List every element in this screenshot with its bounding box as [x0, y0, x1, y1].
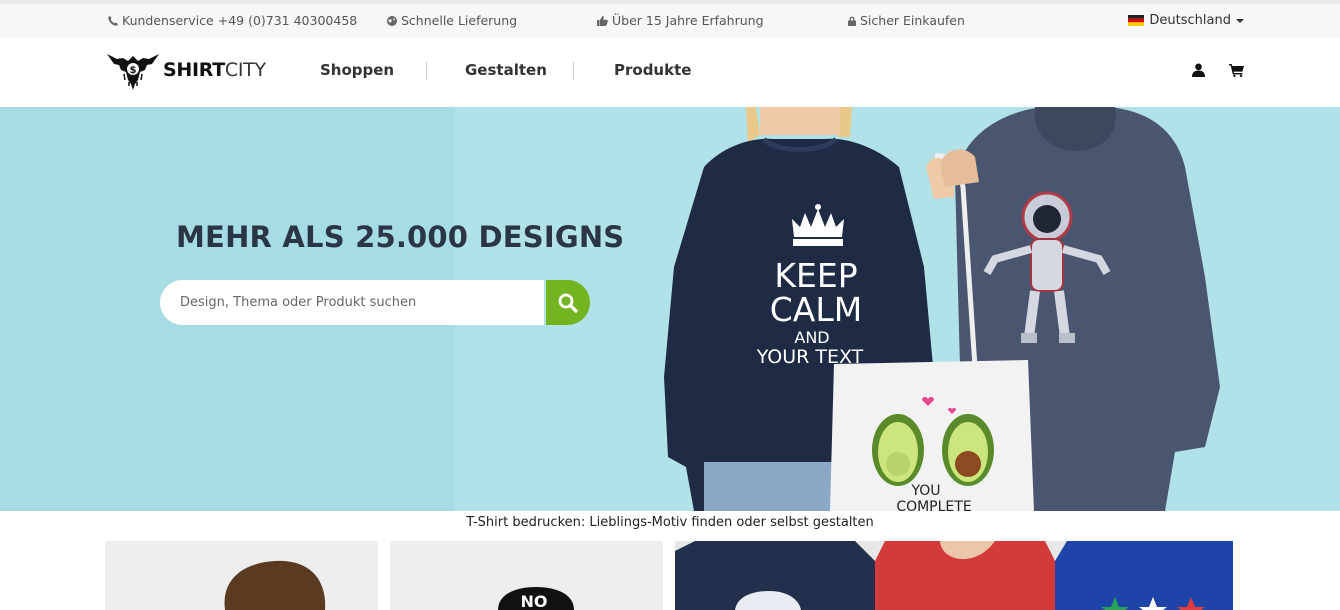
hero-search — [160, 280, 590, 325]
bag-text-2: COMPLETE — [896, 499, 971, 511]
category-tile-2[interactable]: NO — [390, 541, 663, 610]
secure-text: Sicher Einkaufen — [860, 13, 965, 28]
avocado-left — [872, 414, 924, 486]
top-info-bar: Kundenservice +49 (0)731 40300458 Schnel… — [0, 0, 1340, 37]
nav-divider — [426, 62, 427, 80]
man-portrait-image — [224, 560, 326, 610]
group-tshirts-image — [675, 541, 1233, 610]
flag-de-icon — [1128, 15, 1145, 26]
service-info[interactable]: Kundenservice +49 (0)731 40300458 — [108, 13, 357, 28]
secure-info: Sicher Einkaufen — [848, 13, 965, 28]
language-label: Deutschland — [1149, 13, 1231, 28]
experience-info: Über 15 Jahre Erfahrung — [597, 13, 764, 28]
delivery-info: Schnelle Lieferung — [387, 13, 517, 28]
user-icon[interactable] — [1192, 63, 1205, 77]
category-tile-3[interactable] — [675, 541, 1233, 610]
main-header: $ SHIRTCITY Shoppen Gestalten Produkte — [0, 37, 1340, 107]
search-button[interactable] — [546, 280, 590, 325]
site-logo[interactable]: $ SHIRTCITY — [107, 50, 266, 90]
tote-bag-image: YOU COMPLETE — [830, 360, 1034, 511]
sweater-text-2: CALM — [770, 290, 862, 329]
hero-title: MEHR ALS 25.000 DESIGNS — [176, 220, 625, 254]
nav-produkte[interactable]: Produkte — [614, 61, 691, 79]
nav-gestalten[interactable]: Gestalten — [465, 61, 547, 79]
thumbs-up-icon — [597, 15, 608, 26]
delivery-text: Schnelle Lieferung — [401, 13, 518, 28]
logo-text: SHIRTCITY — [163, 59, 266, 81]
chevron-down-icon — [1236, 18, 1244, 23]
bag-text-1: YOU — [910, 483, 940, 499]
sweater-text-3: AND — [794, 328, 829, 347]
phone-icon — [108, 15, 118, 26]
eagle-logo-icon: $ — [107, 54, 159, 90]
category-tile-1[interactable] — [105, 541, 378, 610]
search-icon — [558, 293, 578, 313]
nav-divider — [573, 62, 574, 80]
nav-shoppen[interactable]: Shoppen — [320, 61, 394, 79]
svg-text:$: $ — [130, 65, 137, 76]
logo-text-light: CITY — [224, 59, 266, 81]
cart-icon[interactable] — [1229, 63, 1244, 77]
search-input[interactable] — [160, 280, 544, 325]
mask-text: NO — [521, 592, 548, 610]
lock-icon — [848, 16, 856, 26]
logo-text-bold: SHIRT — [163, 59, 225, 81]
globe-icon — [387, 15, 397, 26]
hero-banner: KEEP CALM AND YOUR TEXT YOU COMPLETE MEH… — [0, 107, 1340, 511]
service-text: Kundenservice +49 (0)731 40300458 — [122, 13, 358, 28]
page-tagline: T-Shirt bedrucken: Lieblings-Motiv finde… — [466, 515, 874, 530]
language-selector[interactable]: Deutschland — [1128, 13, 1244, 28]
avocado-right — [942, 414, 994, 486]
experience-text: Über 15 Jahre Erfahrung — [612, 13, 764, 28]
mask-product-image: NO — [498, 587, 574, 610]
